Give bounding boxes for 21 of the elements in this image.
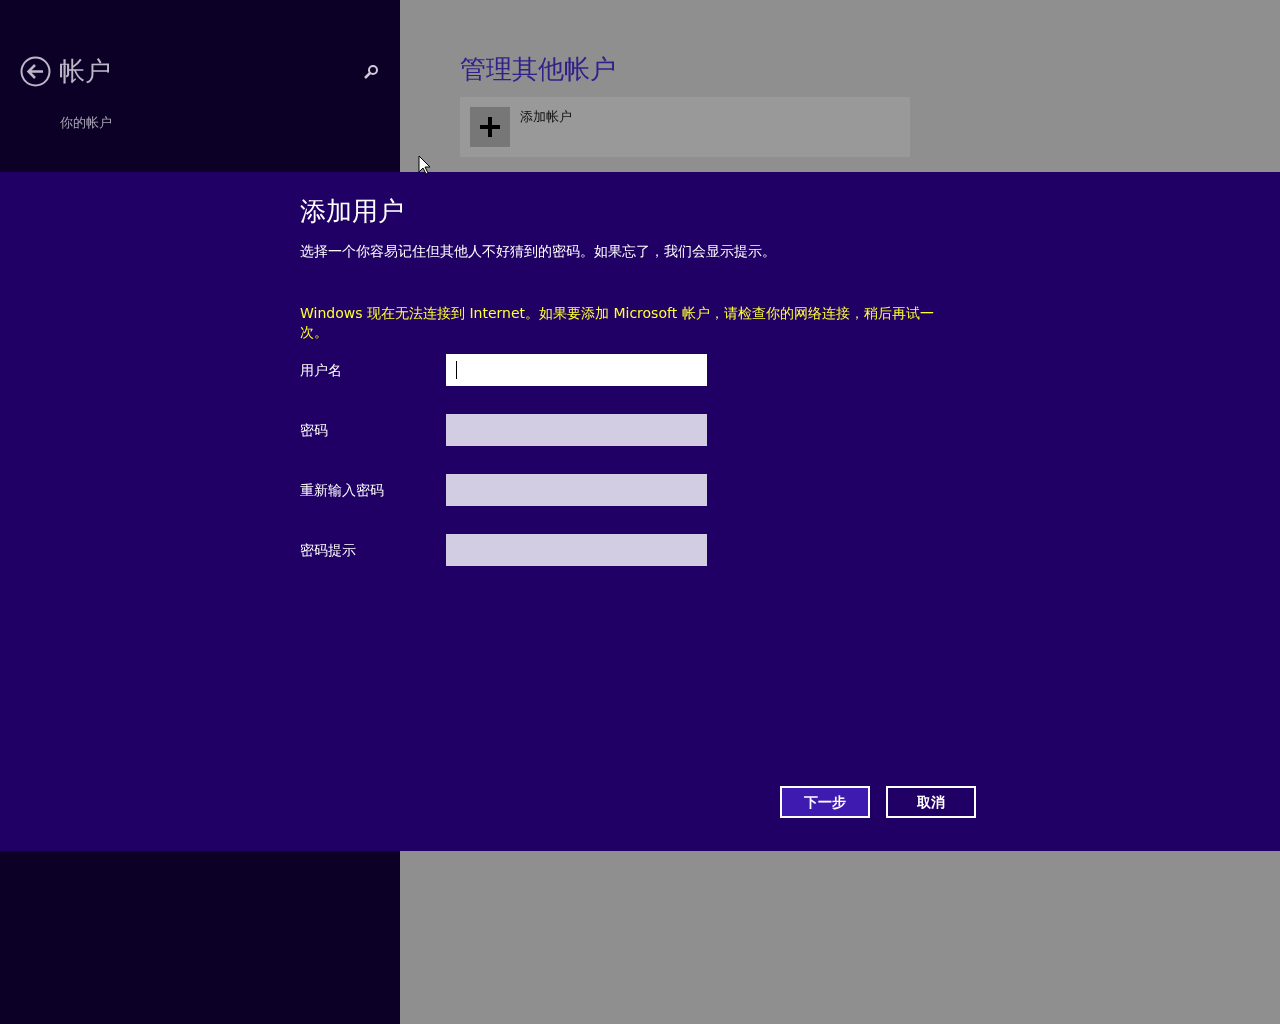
- cancel-button[interactable]: 取消: [886, 786, 976, 818]
- input-field[interactable]: [446, 414, 707, 446]
- search-icon[interactable]: [363, 63, 379, 80]
- warning-message: Windows 现在无法连接到 Internet。如果要添加 Microsoft 帐户，请检查你的网络连接，稍后再试一次。: [300, 304, 935, 342]
- dialog-description: 选择一个你容易记住但其他人不好猜到的密码。如果忘了，我们会显示提示。: [300, 242, 777, 261]
- field-label: 密码: [300, 420, 329, 440]
- plus-icon: [470, 107, 510, 147]
- dialog-title: 添加用户: [300, 195, 405, 228]
- input-field[interactable]: [446, 354, 707, 386]
- input-field[interactable]: [446, 474, 707, 506]
- input-field[interactable]: [446, 534, 707, 566]
- page-title: 帐户: [59, 55, 111, 88]
- field-label: 重新输入密码: [300, 480, 385, 500]
- section-heading: 管理其他帐户: [460, 53, 617, 86]
- field-label: 用户名: [300, 360, 343, 380]
- tile-label: 添加帐户: [520, 108, 572, 126]
- field-label: 密码提示: [300, 540, 357, 560]
- add-account-tile[interactable]: 添加帐户: [460, 97, 910, 157]
- next-button[interactable]: 下一步: [780, 786, 870, 818]
- mouse-pointer-icon: [418, 155, 430, 175]
- sidebar-item[interactable]: 你的帐户: [60, 113, 400, 133]
